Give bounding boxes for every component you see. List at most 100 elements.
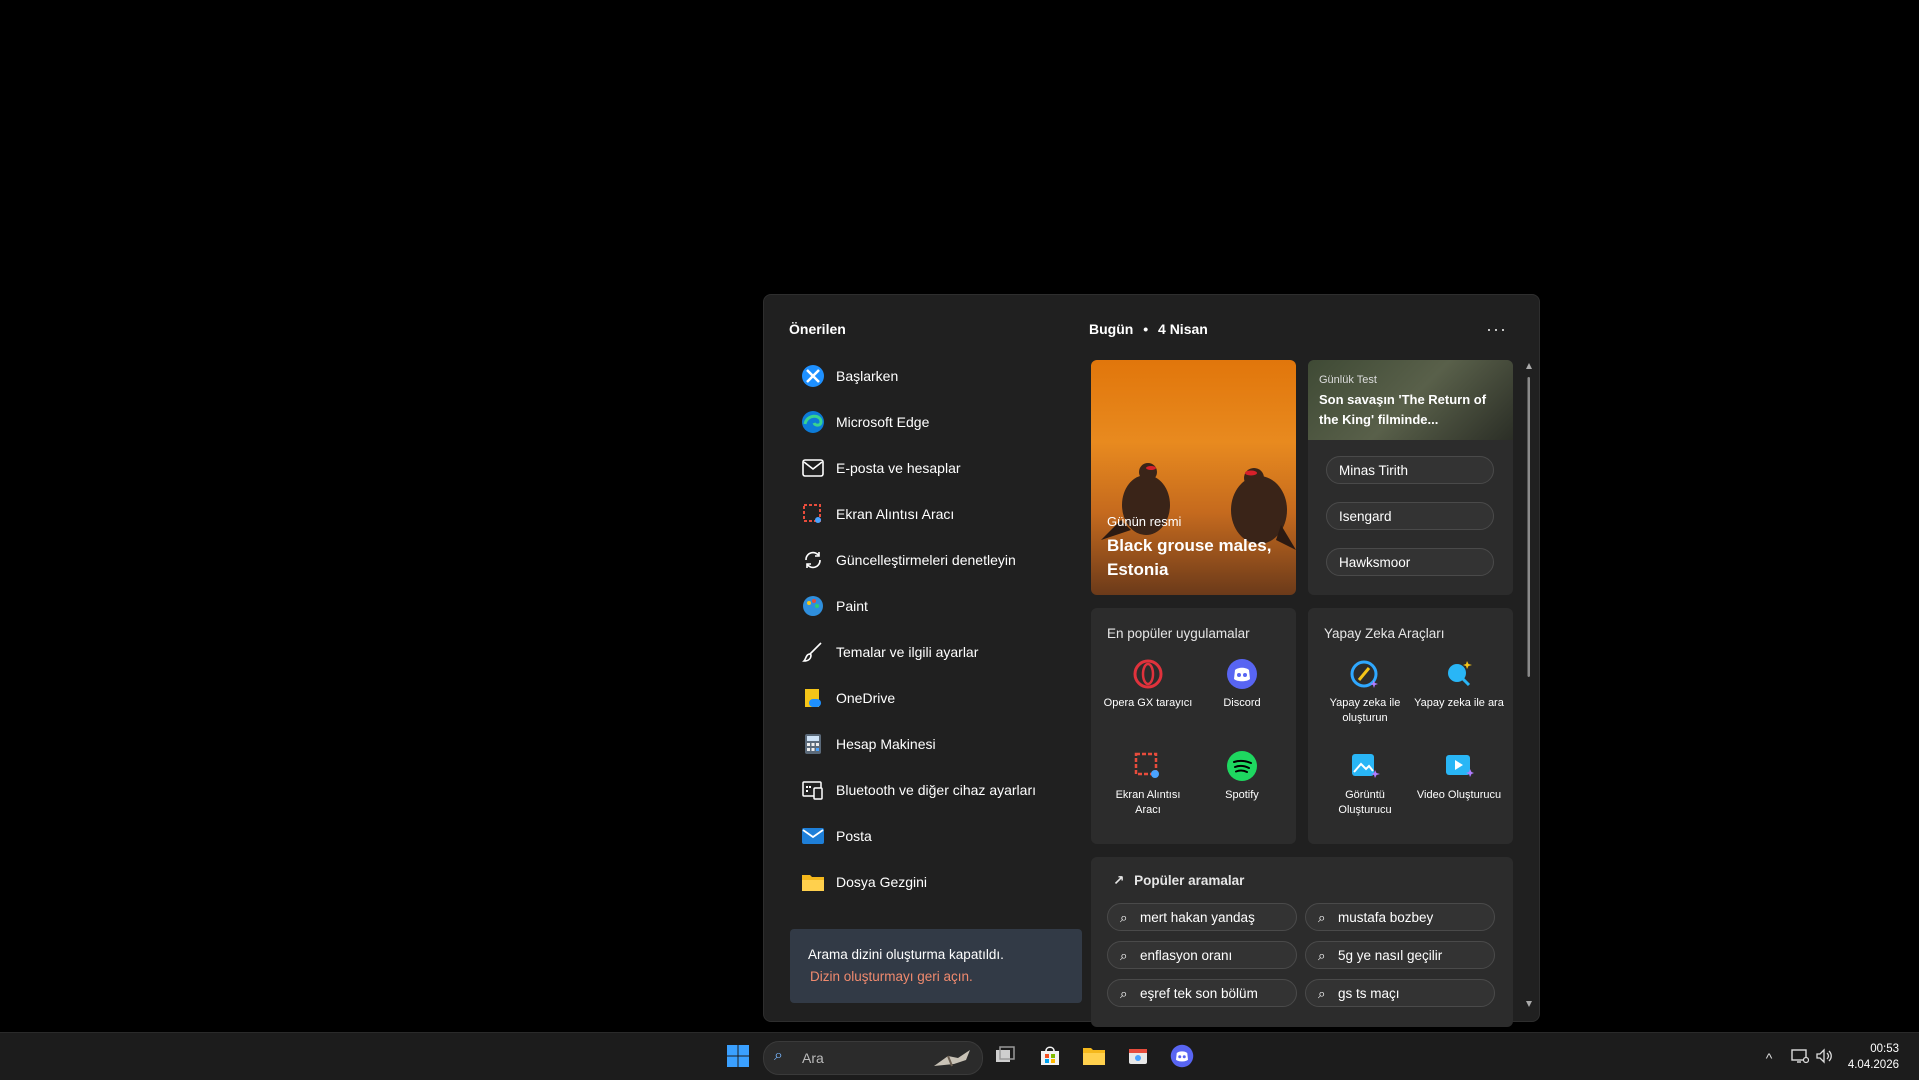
scroll-down-arrow[interactable]	[1526, 1001, 1532, 1007]
quiz-option[interactable]: Minas Tirith	[1326, 456, 1494, 484]
enable-indexing-link[interactable]: Dizin oluşturmayı geri açın.	[810, 969, 973, 984]
ai-tool-name: Yapay zeka ile ara	[1414, 697, 1504, 709]
rec-item-onedrive[interactable]: OneDrive	[792, 675, 1062, 721]
app-snipping-tool[interactable]: Ekran Alıntısı Aracı	[1103, 750, 1193, 818]
rec-item-label: Güncelleştirmeleri denetleyin	[836, 552, 1016, 568]
rec-item-edge[interactable]: Microsoft Edge	[792, 399, 1062, 445]
search-icon: ⌕	[1318, 986, 1326, 1001]
onedrive-icon	[800, 685, 826, 711]
rec-item-mail[interactable]: Posta	[792, 813, 1062, 859]
image-creator-tool[interactable]: Görüntü Oluşturucu	[1320, 750, 1410, 818]
rec-item-label: Posta	[836, 828, 872, 844]
start-button[interactable]	[725, 1043, 751, 1069]
snipping-tool-icon	[800, 501, 826, 527]
rec-item-label: Ekran Alıntısı Aracı	[836, 506, 955, 522]
app-discord[interactable]: Discord	[1197, 658, 1287, 711]
search-chip[interactable]: ⌕ mustafa bozbey	[1305, 903, 1495, 931]
clock-time: 00:53	[1870, 1043, 1899, 1055]
mail-outline-icon	[800, 455, 826, 481]
task-view-button[interactable]	[993, 1043, 1019, 1069]
devices-icon	[800, 777, 826, 803]
taskbar-discord[interactable]	[1169, 1043, 1195, 1069]
snipping-tool-icon	[1132, 750, 1164, 782]
rec-item-label: Temalar ve ilgili ayarlar	[836, 644, 979, 660]
scrollbar[interactable]	[1524, 355, 1532, 1015]
search-chip[interactable]: ⌕ 5g ye nasıl geçilir	[1305, 941, 1495, 969]
recommended-title: Önerilen	[789, 321, 846, 337]
taskbar-file-explorer[interactable]	[1081, 1043, 1107, 1069]
ai-create-icon	[1349, 658, 1381, 690]
snipping-tool-icon	[1129, 1049, 1147, 1064]
rec-item-snipping-tool[interactable]: Ekran Alıntısı Aracı	[792, 491, 1062, 537]
rec-item-themes[interactable]: Temalar ve ilgili ayarlar	[792, 629, 1062, 675]
more-options-button[interactable]: ···	[1486, 319, 1507, 340]
quiz-label: Günlük Test	[1319, 374, 1377, 386]
search-chip-label: mustafa bozbey	[1338, 910, 1434, 925]
rec-item-label: OneDrive	[836, 690, 896, 706]
rec-item-label: Hesap Makinesi	[836, 736, 936, 752]
rec-item-paint[interactable]: Paint	[792, 583, 1062, 629]
rec-item-check-updates[interactable]: Güncelleştirmeleri denetleyin	[792, 537, 1062, 583]
folder-icon	[1083, 1048, 1105, 1065]
opera-gx-icon	[1132, 658, 1164, 690]
app-name: Opera GX tarayıcı	[1103, 697, 1193, 709]
show-hidden-icons-chevron-icon[interactable]: ^	[1756, 1045, 1782, 1071]
sync-icon	[800, 547, 826, 573]
quiz-option[interactable]: Isengard	[1326, 502, 1494, 530]
search-chip[interactable]: ⌕ mert hakan yandaş	[1107, 903, 1297, 931]
quiz-title[interactable]: Son savaşın 'The Return of the King' fil…	[1319, 390, 1509, 430]
quiz-option[interactable]: Hawksmoor	[1326, 548, 1494, 576]
rec-item-label: Bluetooth ve diğer cihaz ayarları	[836, 782, 1036, 798]
search-icon: ⌕	[1318, 948, 1326, 963]
rec-item-calculator[interactable]: Hesap Makinesi	[792, 721, 1062, 767]
search-panel: Önerilen Başlarken Microsoft Edge E-post…	[763, 294, 1540, 1027]
search-chip-label: gs ts maçı	[1338, 986, 1400, 1001]
network-icon[interactable]	[1787, 1043, 1813, 1069]
popular-searches-card: ↗ Popüler aramalar ⌕ mert hakan yandaş ⌕ m…	[1091, 857, 1513, 1027]
taskbar-store[interactable]	[1037, 1043, 1063, 1069]
scroll-thumb[interactable]	[1527, 377, 1531, 677]
windows-logo-icon	[727, 1045, 749, 1067]
trending-icon: ↗	[1113, 873, 1125, 888]
app-name: Spotify	[1225, 789, 1259, 801]
taskbar: ⌕ Ara ^ 00:53 4.04.2026	[0, 1032, 1919, 1080]
ai-search-icon	[1443, 658, 1475, 690]
photo-title: Black grouse males, Estonia	[1107, 536, 1272, 579]
app-opera-gx[interactable]: Opera GX tarayıcı	[1103, 658, 1193, 711]
ai-search-tool[interactable]: Yapay zeka ile ara	[1414, 658, 1504, 711]
taskbar-search-box[interactable]: ⌕ Ara	[763, 1041, 983, 1075]
popular-searches-title: Popüler aramalar	[1134, 873, 1245, 888]
rec-item-get-started[interactable]: Başlarken	[792, 353, 1062, 399]
rec-item-bluetooth-devices[interactable]: Bluetooth ve diğer cihaz ayarları	[792, 767, 1062, 813]
taskbar-clock[interactable]: 00:53 4.04.2026	[1848, 1041, 1899, 1073]
search-chip-label: enflasyon oranı	[1140, 948, 1233, 963]
search-chip[interactable]: ⌕ gs ts maçı	[1305, 979, 1495, 1007]
search-chip[interactable]: ⌕ eşref tek son bölüm	[1107, 979, 1297, 1007]
rec-item-label: Paint	[836, 598, 868, 614]
edge-icon	[800, 409, 826, 435]
rec-item-email-accounts[interactable]: E-posta ve hesaplar	[792, 445, 1062, 491]
search-chip[interactable]: ⌕ enflasyon oranı	[1107, 941, 1297, 969]
photo-of-the-day-card[interactable]: Günün resmi Black grouse males, Estonia	[1091, 360, 1296, 595]
ai-create-tool[interactable]: Yapay zeka ile oluşturun	[1320, 658, 1410, 726]
discord-icon	[1226, 658, 1258, 690]
app-spotify[interactable]: Spotify	[1197, 750, 1287, 803]
get-started-icon	[800, 363, 826, 389]
today-header: Bugün • 4 Nisan	[1089, 321, 1208, 337]
scroll-up-arrow[interactable]	[1526, 363, 1532, 369]
search-icon: ⌕	[1120, 910, 1128, 925]
top-apps-title: En popüler uygulamalar	[1107, 626, 1250, 641]
volume-icon[interactable]	[1811, 1043, 1837, 1069]
rec-item-label: Başlarken	[836, 368, 899, 384]
popular-searches-header: ↗ Popüler aramalar	[1113, 873, 1244, 889]
recommended-list: Başlarken Microsoft Edge E-posta ve hesa…	[792, 353, 1062, 905]
rec-item-label: Dosya Gezgini	[836, 874, 928, 890]
taskbar-search-placeholder: Ara	[802, 1050, 824, 1066]
daily-quiz-card: Günlük Test Son savaşın 'The Return of t…	[1308, 360, 1513, 595]
search-highlight-icon	[934, 1050, 970, 1067]
video-creator-tool[interactable]: Video Oluşturucu	[1414, 750, 1504, 803]
taskbar-snipping-tool[interactable]	[1125, 1043, 1151, 1069]
indexing-notice-text: Arama dizini oluşturma kapatıldı.	[808, 947, 1004, 962]
ai-tools-card: Yapay Zeka Araçları Yapay zeka ile oluşt…	[1308, 608, 1513, 844]
rec-item-file-explorer[interactable]: Dosya Gezgini	[792, 859, 1062, 905]
